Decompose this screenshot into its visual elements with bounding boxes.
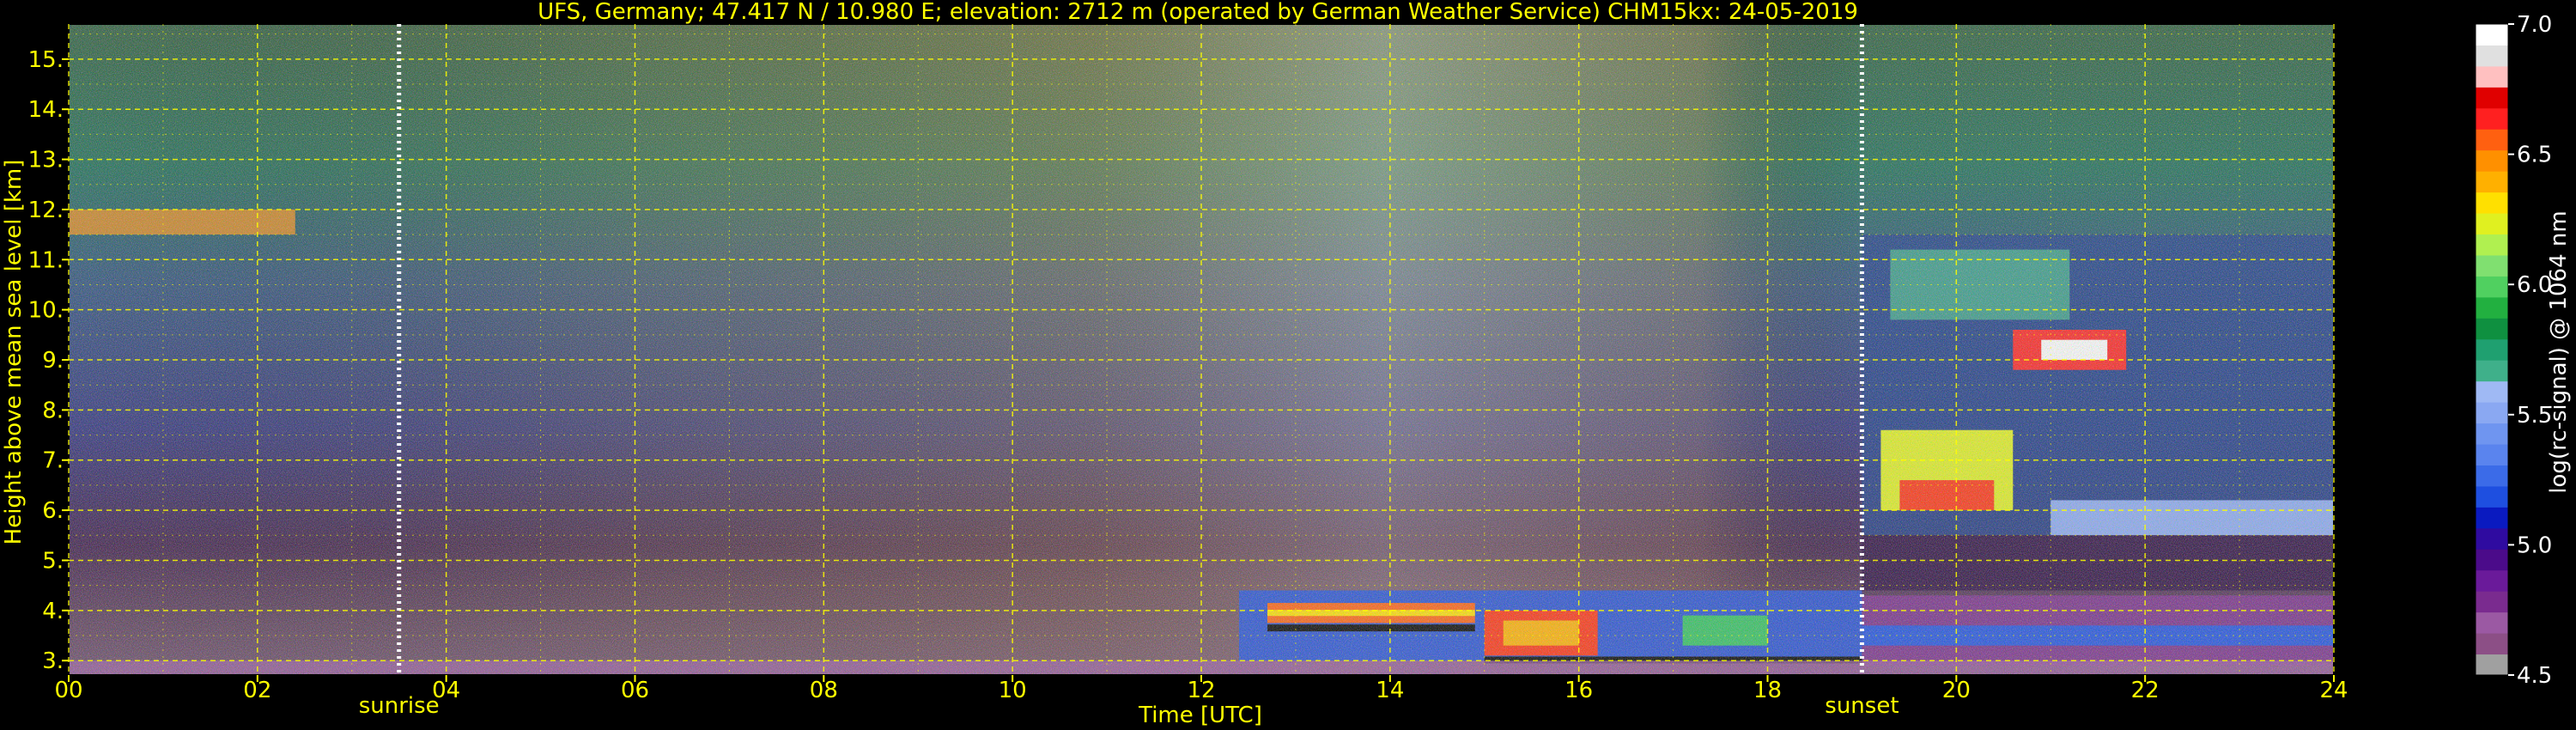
x-tick-label: 04: [432, 678, 460, 703]
x-tick-label: 08: [810, 678, 838, 703]
colorbar-segment: [2476, 633, 2508, 655]
x-tick-label: 24: [2319, 678, 2348, 703]
colorbar-segment: [2476, 129, 2508, 151]
colorbar-segment: [2476, 591, 2508, 613]
colorbar-label: log(rc-signal) @ 1064 nm: [2546, 210, 2572, 493]
y-tick-labels: 3. 4. 5. 6. 7. 8. 9. 10. 11. 12. 13. 14. 15.: [28, 47, 69, 674]
colorbar-segment: [2476, 107, 2508, 130]
colorbar-segment: [2476, 213, 2508, 235]
y-tick-label: 13.: [28, 148, 64, 173]
x-tick-label: 02: [243, 678, 271, 703]
x-tick-label: 22: [2131, 678, 2160, 703]
colorbar-tick-label: 6.5: [2517, 143, 2552, 168]
colorbar-segment: [2476, 549, 2508, 571]
colorbar-segment: [2476, 507, 2508, 529]
colorbar-segment: [2476, 149, 2508, 172]
colorbar-segment: [2476, 338, 2508, 361]
colorbar-segment: [2476, 423, 2508, 445]
colorbar-segment: [2476, 87, 2508, 109]
colorbar-segment: [2476, 254, 2508, 277]
y-tick-label: 12.: [28, 198, 64, 223]
x-tick-label: 16: [1564, 678, 1593, 703]
colorbar-segment: [2476, 654, 2508, 676]
y-tick-label: 4.: [42, 599, 64, 624]
colorbar-segment: [2476, 171, 2508, 193]
y-tick-label: 8.: [42, 398, 64, 423]
colorbar-segment: [2476, 24, 2508, 46]
x-tick-label: 20: [1942, 678, 1971, 703]
y-tick-label: 11.: [28, 247, 64, 273]
x-tick-label: 10: [999, 678, 1027, 703]
colorbar-segment: [2476, 65, 2508, 88]
annotation-label-sunset: sunset: [1825, 693, 1899, 719]
colorbar-tick-label: 4.5: [2517, 663, 2552, 689]
colorbar-segment: [2476, 444, 2508, 465]
y-axis-label: Height above mean sea level [km]: [1, 160, 27, 545]
colorbar-segment: [2476, 234, 2508, 256]
y-tick-label: 9.: [42, 348, 64, 374]
y-tick-label: 14.: [28, 97, 64, 123]
y-tick-label: 15.: [28, 47, 64, 73]
x-tick-label: 06: [621, 678, 649, 703]
colorbar-segment: [2476, 192, 2508, 214]
colorbar: 4.55.05.56.06.57.0: [2475, 12, 2552, 689]
y-tick-label: 6.: [42, 498, 64, 524]
colorbar-segment: [2476, 569, 2508, 592]
x-axis-label: Time [UTC]: [1138, 703, 1262, 728]
y-tick-label: 5.: [42, 548, 64, 574]
colorbar-segment: [2476, 318, 2508, 340]
colorbar-segment: [2476, 527, 2508, 550]
colorbar-segment: [2476, 360, 2508, 382]
colorbar-segment: [2476, 465, 2508, 487]
colorbar-tick-label: 5.0: [2517, 532, 2552, 558]
y-tick-label: 10.: [28, 298, 64, 324]
colorbar-segment: [2476, 380, 2508, 403]
x-tick-label: 00: [54, 678, 82, 703]
x-tick-label: 14: [1376, 678, 1404, 703]
colorbar-segment: [2476, 45, 2508, 67]
x-tick-label: 18: [1753, 678, 1782, 703]
colorbar-segment: [2476, 402, 2508, 424]
x-tick-label: 12: [1187, 678, 1215, 703]
y-tick-label: 7.: [42, 448, 64, 474]
y-tick-label: 3.: [42, 648, 64, 674]
colorbar-segment: [2476, 611, 2508, 634]
colorbar-segment: [2476, 296, 2508, 319]
colorbar-segment: [2476, 485, 2508, 508]
annotation-label-sunrise: sunrise: [359, 693, 440, 719]
colorbar-segment: [2476, 276, 2508, 298]
ceilometer-chart: sunrise sunset 00 02 04 06 08 10 12 14 16 18 20 22 24…: [1, 0, 2572, 728]
colorbar-tick-label: 7.0: [2517, 12, 2552, 38]
chart-title: UFS, Germany; 47.417 N / 10.980 E; eleva…: [538, 0, 1858, 25]
